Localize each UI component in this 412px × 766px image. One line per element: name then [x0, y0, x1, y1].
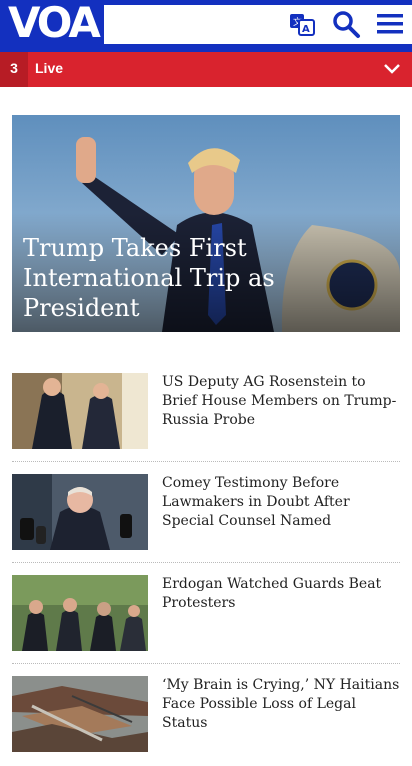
svg-text:A: A: [302, 24, 310, 35]
menu-icon[interactable]: [374, 8, 406, 40]
voa-logo[interactable]: VOA: [0, 0, 104, 46]
hero-headline[interactable]: Trump Takes First International Trip as …: [23, 233, 392, 323]
story-item[interactable]: US Deputy AG Rosenstein to Brief House M…: [12, 373, 400, 463]
story-headline[interactable]: ‘My Brain is Crying,’ NY Haitians Face P…: [162, 676, 402, 733]
divider: [12, 562, 400, 564]
live-count-badge: 3: [0, 52, 28, 87]
story-headline[interactable]: Comey Testimony Before Lawmakers in Doub…: [162, 474, 402, 531]
story-thumbnail[interactable]: [12, 474, 148, 550]
story-thumbnail[interactable]: [12, 676, 148, 752]
site-header: VOA 文 A: [0, 0, 412, 52]
divider: [12, 461, 400, 463]
story-thumbnail[interactable]: [12, 575, 148, 651]
live-bar[interactable]: 3 Live: [0, 52, 412, 87]
language-icon[interactable]: 文 A: [286, 8, 318, 40]
story-item[interactable]: ‘My Brain is Crying,’ NY Haitians Face P…: [12, 676, 400, 766]
story-item[interactable]: Comey Testimony Before Lawmakers in Doub…: [12, 474, 400, 564]
divider: [12, 663, 400, 665]
search-icon[interactable]: [330, 8, 362, 40]
story-headline[interactable]: US Deputy AG Rosenstein to Brief House M…: [162, 373, 402, 430]
story-item[interactable]: Erdogan Watched Guards Beat Protesters: [12, 575, 400, 665]
chevron-down-icon[interactable]: [382, 60, 402, 78]
story-thumbnail[interactable]: [12, 373, 148, 449]
story-headline[interactable]: Erdogan Watched Guards Beat Protesters: [162, 575, 402, 613]
hero-story[interactable]: Trump Takes First International Trip as …: [12, 115, 400, 332]
live-label: Live: [35, 60, 64, 76]
